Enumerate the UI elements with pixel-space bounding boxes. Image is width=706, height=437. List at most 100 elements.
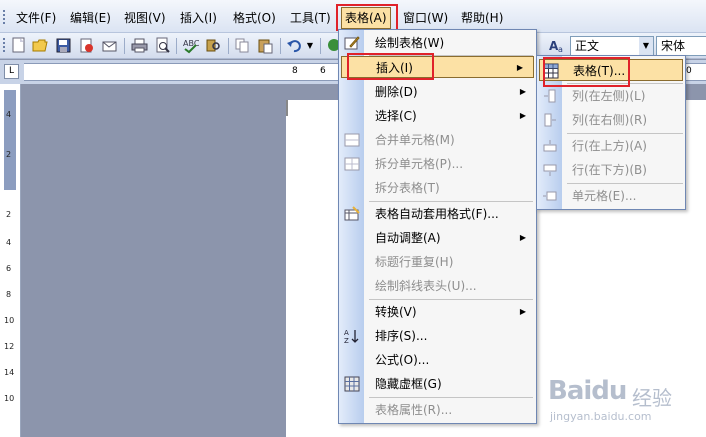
autoformat-icon bbox=[344, 206, 360, 222]
menu-item-convert[interactable]: 转换(V) ▶ bbox=[339, 301, 536, 323]
menu-item-draw-diagonal-header[interactable]: 绘制斜线表头(U)... bbox=[339, 275, 536, 297]
menubar-grip[interactable] bbox=[3, 10, 6, 26]
row-above-icon bbox=[542, 138, 558, 154]
ruler-number: 0 bbox=[686, 66, 692, 76]
undo-icon[interactable] bbox=[286, 37, 303, 54]
svg-text:Z: Z bbox=[344, 337, 349, 344]
menu-item-formula[interactable]: 公式(O)... bbox=[339, 349, 536, 371]
merge-cells-icon bbox=[344, 132, 360, 148]
ruler-number: 2 bbox=[6, 210, 12, 219]
svg-text:a: a bbox=[558, 45, 563, 54]
menu-file[interactable]: 文件(F) bbox=[16, 9, 56, 27]
submenu-item-column-right[interactable]: 列(在右侧)(R) bbox=[537, 109, 685, 131]
menu-separator bbox=[567, 83, 683, 84]
email-icon[interactable] bbox=[101, 37, 118, 54]
ruler-number: 8 bbox=[292, 66, 298, 76]
submenu-item-cells[interactable]: 单元格(E)... bbox=[537, 185, 685, 207]
menu-separator bbox=[369, 397, 533, 398]
menu-format[interactable]: 格式(O) bbox=[233, 9, 276, 27]
submenu-arrow-icon: ▶ bbox=[519, 87, 526, 96]
ruler-number: 10 bbox=[4, 394, 15, 403]
tab-selector[interactable]: L bbox=[4, 64, 19, 79]
toolbar-separator bbox=[320, 38, 321, 54]
font-combobox[interactable]: 宋体 bbox=[656, 36, 706, 56]
open-folder-icon[interactable] bbox=[32, 37, 49, 54]
ruler-number: 2 bbox=[6, 150, 12, 159]
menu-item-draw-table[interactable]: 绘制表格(W) bbox=[339, 32, 536, 54]
copy-icon[interactable] bbox=[234, 37, 251, 54]
watermark-logo: Baidu bbox=[548, 376, 627, 406]
toolbar-grip[interactable] bbox=[3, 38, 6, 54]
table-icon bbox=[543, 63, 559, 79]
menu-item-hide-gridlines[interactable]: 隐藏虚框(G) bbox=[339, 373, 536, 395]
table-menu-dropdown: 绘制表格(W) 插入(I) ▶ 删除(D) ▶ 选择(C) ▶ 合并单元格(M)… bbox=[338, 29, 537, 424]
font-value: 宋体 bbox=[661, 39, 686, 53]
insert-submenu: 表格(T)... 列(在左侧)(L) 列(在右侧)(R) 行(在上方)(A) 行… bbox=[536, 55, 686, 210]
submenu-item-column-left[interactable]: 列(在左侧)(L) bbox=[537, 85, 685, 107]
styles-formatting-icon[interactable]: Aa bbox=[548, 37, 568, 54]
watermark-url: jingyan.baidu.com bbox=[550, 410, 652, 423]
ruler-number: 8 bbox=[6, 290, 12, 299]
paste-icon[interactable] bbox=[257, 37, 274, 54]
ruler-number: 6 bbox=[320, 66, 326, 76]
menu-item-autofit[interactable]: 自动调整(A) ▶ bbox=[339, 227, 536, 249]
menu-insert[interactable]: 插入(I) bbox=[180, 9, 217, 27]
print-preview-icon[interactable] bbox=[154, 37, 171, 54]
ruler-number: 4 bbox=[6, 110, 12, 119]
submenu-arrow-icon: ▶ bbox=[516, 63, 523, 72]
ruler-number: 12 bbox=[4, 342, 15, 351]
row-below-icon bbox=[542, 162, 558, 178]
submenu-item-row-above[interactable]: 行(在上方)(A) bbox=[537, 135, 685, 157]
ruler-number: 14 bbox=[4, 368, 15, 377]
menu-tools[interactable]: 工具(T) bbox=[290, 9, 331, 27]
menu-item-insert[interactable]: 插入(I) ▶ bbox=[341, 56, 534, 78]
spelling-icon[interactable]: ABC bbox=[182, 37, 200, 54]
menu-separator bbox=[369, 299, 533, 300]
menu-item-merge-cells[interactable]: 合并单元格(M) bbox=[339, 129, 536, 151]
ruler-margin-shade bbox=[4, 90, 16, 190]
submenu-arrow-icon: ▶ bbox=[519, 111, 526, 120]
submenu-item-row-below[interactable]: 行(在下方)(B) bbox=[537, 159, 685, 181]
page-corner-mark bbox=[286, 100, 288, 116]
submenu-arrow-icon: ▶ bbox=[519, 307, 526, 316]
menu-edit[interactable]: 编辑(E) bbox=[70, 9, 111, 27]
toolbar-separator bbox=[124, 38, 125, 54]
menu-view[interactable]: 视图(V) bbox=[124, 9, 166, 27]
menu-item-delete[interactable]: 删除(D) ▶ bbox=[339, 81, 536, 103]
submenu-arrow-icon: ▶ bbox=[519, 233, 526, 242]
menu-window[interactable]: 窗口(W) bbox=[403, 9, 448, 27]
menu-item-autoformat[interactable]: 表格自动套用格式(F)... bbox=[339, 203, 536, 225]
print-icon[interactable] bbox=[131, 37, 148, 54]
style-combobox[interactable]: 正文 ▼ bbox=[570, 36, 654, 56]
undo-dropdown-icon[interactable]: ▼ bbox=[305, 37, 315, 54]
menu-item-split-cells[interactable]: 拆分单元格(P)... bbox=[339, 153, 536, 175]
chevron-down-icon[interactable]: ▼ bbox=[639, 37, 653, 55]
menu-item-sort[interactable]: AZ 排序(S)... bbox=[339, 325, 536, 347]
menu-item-split-table[interactable]: 拆分表格(T) bbox=[339, 177, 536, 199]
menu-item-heading-rows-repeat[interactable]: 标题行重复(H) bbox=[339, 251, 536, 273]
sort-az-icon: AZ bbox=[344, 328, 360, 345]
menu-item-table-properties[interactable]: 表格属性(R)... bbox=[339, 399, 536, 421]
new-document-icon[interactable] bbox=[10, 37, 27, 54]
toolbar-separator bbox=[228, 38, 229, 54]
toolbar-separator bbox=[176, 38, 177, 54]
style-value: 正文 bbox=[575, 39, 600, 53]
menu-table[interactable]: 表格(A) bbox=[341, 7, 391, 29]
col-left-icon bbox=[542, 88, 558, 104]
ruler-number: 4 bbox=[6, 238, 12, 247]
vertical-ruler[interactable]: 4 2 2 4 6 8 10 12 14 10 bbox=[0, 84, 21, 437]
cell-icon bbox=[542, 188, 558, 204]
menu-help[interactable]: 帮助(H) bbox=[461, 9, 503, 27]
menu-separator bbox=[567, 183, 683, 184]
save-icon[interactable] bbox=[55, 37, 72, 54]
menu-separator bbox=[369, 201, 533, 202]
submenu-item-table[interactable]: 表格(T)... bbox=[539, 59, 683, 81]
gridlines-icon bbox=[344, 376, 360, 392]
toolbar-separator bbox=[280, 38, 281, 54]
menu-separator bbox=[567, 133, 683, 134]
permission-icon[interactable] bbox=[78, 37, 95, 54]
pencil-table-icon bbox=[344, 35, 360, 51]
svg-text:A: A bbox=[344, 329, 349, 337]
research-icon[interactable] bbox=[205, 37, 222, 54]
menu-item-select[interactable]: 选择(C) ▶ bbox=[339, 105, 536, 127]
